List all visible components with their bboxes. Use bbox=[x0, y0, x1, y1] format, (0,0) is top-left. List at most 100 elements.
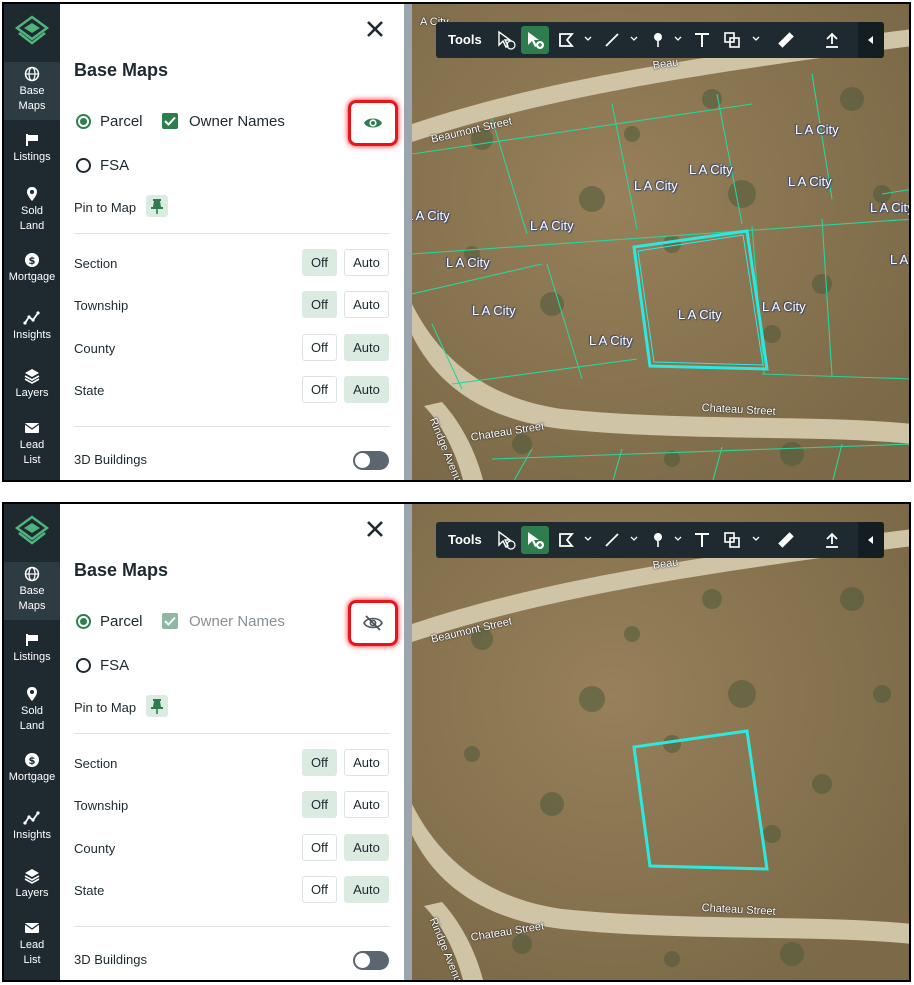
add-select-icon bbox=[528, 32, 544, 49]
marker-pin-icon[interactable] bbox=[648, 530, 668, 550]
satellite-map[interactable]: Beaumont Street Chateau Street Chateau S… bbox=[412, 4, 909, 480]
line-draw-icon[interactable] bbox=[602, 530, 622, 550]
nav-label: Insights bbox=[13, 829, 51, 841]
nav-label: Listings bbox=[13, 651, 51, 663]
select-info-icon[interactable] bbox=[496, 30, 516, 50]
nav-listings[interactable]: Listings bbox=[4, 628, 60, 672]
nav-layers[interactable]: Layers bbox=[4, 364, 60, 406]
eye-icon bbox=[364, 118, 382, 128]
chevron-down-icon[interactable] bbox=[752, 535, 760, 543]
county-off-button[interactable]: Off bbox=[302, 834, 337, 861]
nav-sold-land[interactable]: Sold Land bbox=[4, 182, 60, 234]
section-off-button[interactable]: Off bbox=[302, 249, 337, 276]
satellite-map[interactable]: Beaumont Street Chateau Street Chateau S… bbox=[412, 504, 909, 980]
nav-label: Land bbox=[19, 220, 45, 232]
county-auto-button[interactable]: Auto bbox=[344, 334, 389, 361]
flag-icon bbox=[26, 634, 38, 646]
owner-names-visibility-toggle[interactable] bbox=[348, 600, 398, 646]
nav-insights[interactable]: Insights bbox=[4, 306, 60, 348]
text-tool-icon[interactable] bbox=[692, 530, 712, 550]
fsa-label: FSA bbox=[100, 157, 130, 174]
toolbar-collapse-button[interactable] bbox=[858, 522, 884, 558]
chevron-down-icon[interactable] bbox=[630, 35, 638, 43]
tools-label: Tools bbox=[448, 532, 482, 547]
chevron-down-icon[interactable] bbox=[584, 535, 592, 543]
left-nav: Base Maps Listings Sold Land $ Mortgage … bbox=[4, 4, 60, 480]
nav-listings[interactable]: Listings bbox=[4, 128, 60, 172]
owner-names-visibility-toggle[interactable] bbox=[348, 100, 398, 146]
pin-to-map-button[interactable] bbox=[146, 195, 168, 217]
polygon-draw-icon[interactable] bbox=[556, 30, 576, 50]
nav-lead-list[interactable]: Lead List bbox=[4, 416, 60, 472]
layers-icon bbox=[24, 869, 40, 884]
nav-label: Sold bbox=[20, 705, 44, 717]
fsa-radio[interactable] bbox=[76, 158, 91, 173]
chevron-down-icon[interactable] bbox=[674, 35, 682, 43]
close-icon[interactable] bbox=[364, 518, 386, 540]
add-select-icon bbox=[528, 532, 544, 549]
nav-insights[interactable]: Insights bbox=[4, 806, 60, 848]
3d-buildings-toggle[interactable] bbox=[353, 451, 389, 470]
text-tool-icon[interactable] bbox=[692, 30, 712, 50]
flag-icon bbox=[26, 134, 38, 146]
line-draw-icon[interactable] bbox=[602, 30, 622, 50]
shapes-icon[interactable] bbox=[722, 30, 742, 50]
close-icon[interactable] bbox=[364, 18, 386, 40]
state-auto-button[interactable]: Auto bbox=[344, 876, 389, 903]
nav-label: Layers bbox=[15, 887, 49, 899]
nav-lead-list[interactable]: Lead List bbox=[4, 916, 60, 972]
county-auto-button[interactable]: Auto bbox=[344, 834, 389, 861]
toolbar-collapse-button[interactable] bbox=[858, 22, 884, 58]
nav-mortgage[interactable]: $ Mortgage bbox=[4, 748, 60, 788]
shapes-icon[interactable] bbox=[722, 530, 742, 550]
nav-layers[interactable]: Layers bbox=[4, 864, 60, 906]
nav-label: Listings bbox=[13, 151, 51, 163]
section-off-button[interactable]: Off bbox=[302, 749, 337, 776]
base-maps-panel: Base Maps Parcel Owner Names FSA Pin to … bbox=[60, 504, 404, 980]
parcel-radio[interactable] bbox=[76, 614, 91, 629]
nav-label: List bbox=[23, 954, 41, 966]
chevron-down-icon[interactable] bbox=[630, 535, 638, 543]
parcel-radio[interactable] bbox=[76, 114, 91, 129]
state-off-button[interactable]: Off bbox=[302, 376, 337, 403]
app-logo-icon bbox=[14, 15, 50, 45]
nav-base-maps[interactable]: Base Maps bbox=[4, 62, 60, 120]
polygon-draw-icon[interactable] bbox=[556, 530, 576, 550]
parcel-owner-label: L A City bbox=[446, 255, 490, 270]
section-auto-button[interactable]: Auto bbox=[344, 749, 389, 776]
nav-mortgage[interactable]: $ Mortgage bbox=[4, 248, 60, 288]
chevron-down-icon[interactable] bbox=[674, 535, 682, 543]
screenshot-owner-names-hidden: Base Maps Listings Sold Land $ Mortgage … bbox=[2, 502, 911, 982]
upload-icon[interactable] bbox=[822, 30, 842, 50]
owner-names-checkbox[interactable] bbox=[162, 613, 178, 629]
township-off-button[interactable]: Off bbox=[302, 291, 337, 318]
owner-names-checkbox[interactable] bbox=[162, 113, 178, 129]
eye-off-icon bbox=[363, 615, 383, 631]
owner-names-label: Owner Names bbox=[189, 613, 285, 630]
county-off-button[interactable]: Off bbox=[302, 334, 337, 361]
township-auto-button[interactable]: Auto bbox=[344, 791, 389, 818]
township-auto-button[interactable]: Auto bbox=[344, 291, 389, 318]
select-info-icon[interactable] bbox=[496, 530, 516, 550]
upload-icon[interactable] bbox=[822, 530, 842, 550]
ruler-icon[interactable] bbox=[776, 530, 796, 550]
chevron-down-icon[interactable] bbox=[584, 35, 592, 43]
3d-buildings-toggle[interactable] bbox=[353, 951, 389, 970]
parcel-owner-label: L A City bbox=[530, 218, 574, 233]
township-off-button[interactable]: Off bbox=[302, 791, 337, 818]
pin-to-map-button[interactable] bbox=[146, 695, 168, 717]
state-off-button[interactable]: Off bbox=[302, 876, 337, 903]
nav-sold-land[interactable]: Sold Land bbox=[4, 682, 60, 734]
svg-text:$: $ bbox=[29, 756, 36, 767]
township-label: Township bbox=[74, 798, 129, 813]
chevron-down-icon[interactable] bbox=[752, 35, 760, 43]
3d-buildings-label: 3D Buildings bbox=[74, 452, 147, 467]
panel-resize-handle[interactable] bbox=[404, 504, 412, 980]
section-auto-button[interactable]: Auto bbox=[344, 249, 389, 276]
ruler-icon[interactable] bbox=[776, 30, 796, 50]
fsa-radio[interactable] bbox=[76, 658, 91, 673]
nav-base-maps[interactable]: Base Maps bbox=[4, 562, 60, 620]
marker-pin-icon[interactable] bbox=[648, 30, 668, 50]
state-auto-button[interactable]: Auto bbox=[344, 376, 389, 403]
panel-resize-handle[interactable] bbox=[404, 4, 412, 480]
